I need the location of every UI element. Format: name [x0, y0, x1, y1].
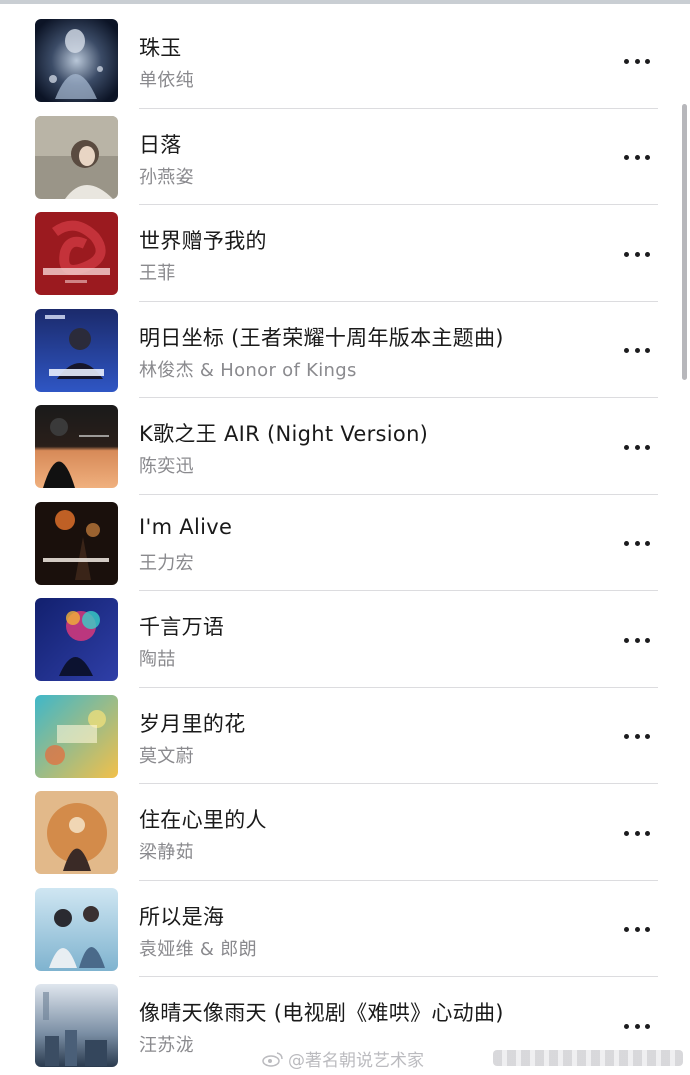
song-row[interactable]: 日落 孙燕姿 — [0, 109, 690, 205]
weibo-logo-icon — [262, 1051, 284, 1067]
song-artist: 单依纯 — [139, 70, 194, 91]
watermark: @著名朝说艺术家 — [262, 1046, 424, 1071]
album-cover-icon — [35, 984, 118, 1067]
more-options-icon[interactable] — [624, 58, 650, 64]
song-title: K歌之王 AIR (Night Version) — [139, 422, 429, 446]
more-options-icon[interactable] — [624, 830, 650, 836]
song-row[interactable]: I'm Alive 王力宏 — [0, 495, 690, 591]
more-options-icon[interactable] — [624, 927, 650, 933]
song-artist: 莫文蔚 — [139, 745, 194, 767]
album-cover-icon — [35, 694, 118, 778]
album-cover-icon — [35, 115, 118, 199]
top-edge — [0, 0, 690, 4]
album-cover-icon — [35, 19, 118, 102]
song-artist: 孙燕姿 — [139, 166, 194, 188]
song-title: 岁月里的花 — [139, 711, 246, 736]
song-artist: 王菲 — [139, 263, 176, 284]
watermark-text: @著名朝说艺术家 — [288, 1051, 424, 1071]
album-cover-icon — [35, 501, 118, 585]
album-cover-icon — [35, 598, 118, 681]
song-row[interactable]: 珠玉 单依纯 — [0, 12, 690, 109]
song-title: 住在心里的人 — [139, 808, 267, 832]
album-cover-icon — [35, 405, 118, 488]
song-artist: 梁静茹 — [139, 842, 194, 863]
song-artist: 陶喆 — [139, 649, 176, 670]
song-row[interactable]: 千言万语 陶喆 — [0, 591, 690, 688]
song-row[interactable]: 所以是海 袁娅维 & 郎朗 — [0, 881, 690, 977]
song-row[interactable]: 住在心里的人 梁静茹 — [0, 784, 690, 881]
more-options-icon[interactable] — [624, 541, 650, 547]
song-artist: 林俊杰 & Honor of Kings — [139, 359, 357, 381]
song-row[interactable]: 岁月里的花 莫文蔚 — [0, 688, 690, 784]
album-cover-icon — [35, 887, 118, 971]
song-title: 世界赠予我的 — [139, 229, 267, 253]
song-row[interactable]: 世界赠予我的 王菲 — [0, 205, 690, 302]
watermark-blur — [493, 1050, 683, 1066]
album-cover-icon — [35, 791, 118, 874]
song-row[interactable]: K歌之王 AIR (Night Version) 陈奕迅 — [0, 398, 690, 495]
more-options-icon[interactable] — [624, 444, 650, 450]
more-options-icon[interactable] — [624, 1023, 650, 1029]
song-title: I'm Alive — [139, 514, 233, 539]
scrollbar[interactable] — [682, 104, 687, 380]
album-cover-icon — [35, 308, 118, 392]
more-options-icon[interactable] — [624, 251, 650, 257]
song-title: 千言万语 — [139, 615, 225, 639]
more-options-icon[interactable] — [624, 155, 650, 161]
song-list: 珠玉 单依纯 日落 孙燕姿 世界赠予我的 王菲 明日坐标 (王者荣耀十周年版本主… — [0, 12, 690, 1074]
song-artist: 王力宏 — [139, 552, 194, 574]
song-title: 日落 — [139, 132, 182, 157]
more-options-icon[interactable] — [624, 734, 650, 740]
song-title: 珠玉 — [139, 36, 182, 60]
song-row[interactable]: 明日坐标 (王者荣耀十周年版本主题曲) 林俊杰 & Honor of Kings — [0, 302, 690, 398]
more-options-icon[interactable] — [624, 637, 650, 643]
album-cover-icon — [35, 212, 118, 295]
song-artist: 陈奕迅 — [139, 456, 194, 477]
more-options-icon[interactable] — [624, 348, 650, 354]
song-title: 明日坐标 (王者荣耀十周年版本主题曲) — [139, 325, 504, 350]
song-artist: 袁娅维 & 郎朗 — [139, 938, 257, 960]
song-title: 所以是海 — [139, 904, 225, 929]
song-artist: 汪苏泷 — [139, 1035, 194, 1056]
song-title: 像晴天像雨天 (电视剧《难哄》心动曲) — [139, 1001, 504, 1025]
